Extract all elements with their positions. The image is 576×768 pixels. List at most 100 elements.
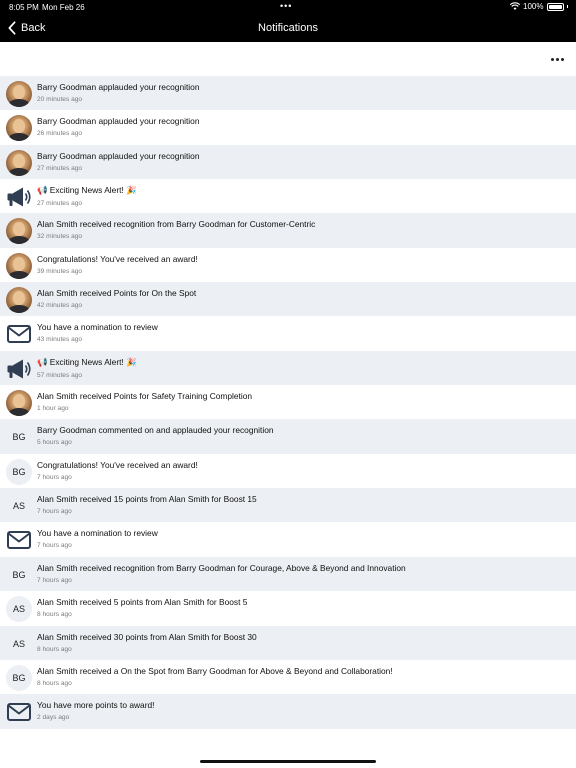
notification-title: Alan Smith received 15 points from Alan … (37, 494, 257, 505)
notification-time: 27 minutes ago (37, 200, 83, 208)
notification-row[interactable]: AS Alan Smith received 5 points from Alan… (0, 591, 576, 626)
avatar (6, 252, 32, 279)
notification-row[interactable]: 📢 Exciting News Alert! 🎉 27 minutes ago (0, 179, 576, 214)
avatar (6, 699, 32, 725)
avatar (6, 321, 32, 347)
avatar (6, 115, 32, 142)
notification-content: 📢 Exciting News Alert! 🎉 57 minutes ago (37, 357, 137, 379)
avatar-initials: BG (6, 664, 32, 691)
notification-content: Barry Goodman applauded your recognition… (37, 116, 199, 137)
notification-content: You have a nomination to review 43 minute… (37, 322, 158, 343)
notification-list: Barry Goodman applauded your recognition… (0, 76, 576, 729)
notification-row[interactable]: Alan Smith received Points for On the Sp… (0, 282, 576, 317)
avatar (6, 149, 32, 176)
notification-title: Barry Goodman applauded your recognition (37, 150, 200, 161)
avatar-initials: BG (12, 569, 26, 580)
avatar: AS (6, 493, 32, 519)
notification-content: 📢 Exciting News Alert! 🎉 27 minutes ago (37, 185, 137, 207)
notification-title: Congratulations! You've received an awar… (37, 253, 198, 264)
multitasking-dots-icon[interactable]: ••• (280, 1, 292, 11)
avatar: BG (6, 664, 32, 691)
notification-content: Alan Smith received 15 points from Alan … (37, 494, 257, 515)
notification-time: 5 hours ago (37, 439, 72, 447)
notification-content: Alan Smith received 5 points from Alan S… (37, 597, 247, 618)
avatar: BG (6, 562, 32, 588)
battery-percent: 100% (523, 2, 544, 11)
avatar-initials: BG (6, 458, 32, 485)
wifi-icon (510, 2, 521, 10)
envelope-icon (7, 325, 31, 344)
notification-content: Alan Smith received recognition from Bar… (37, 563, 406, 584)
notification-time: 57 minutes ago (37, 371, 83, 379)
avatar-initials: AS (12, 638, 25, 649)
notification-time: 7 hours ago (37, 473, 72, 481)
battery-icon (546, 2, 564, 11)
notification-title: Alan Smith received 30 points from Alan … (37, 631, 257, 642)
avatar-initials: AS (12, 501, 25, 512)
megaphone-icon (7, 359, 31, 379)
notification-content: Barry Goodman commented on and applauded… (37, 425, 274, 446)
avatar (6, 287, 32, 314)
notification-content: Congratulations! You've received an awar… (37, 460, 198, 481)
megaphone-icon (7, 187, 31, 207)
notification-time: 8 hours ago (37, 645, 72, 653)
notification-row[interactable]: BG Barry Goodman commented on and applaud… (0, 419, 576, 454)
home-indicator[interactable] (200, 760, 376, 763)
notification-content: Alan Smith received Points for Safety Tr… (37, 391, 252, 412)
notification-content: You have a nomination to review 7 hours a… (37, 528, 158, 549)
notification-row[interactable]: Congratulations! You've received an awar… (0, 247, 576, 283)
ellipsis-icon (550, 57, 554, 61)
notification-row[interactable]: AS Alan Smith received 30 points from Ala… (0, 625, 576, 660)
notification-time: 7 hours ago (37, 542, 72, 550)
notification-time: 39 minutes ago (37, 267, 83, 275)
status-right: 100% (510, 2, 568, 11)
notification-row[interactable]: Barry Goodman applauded your recognition… (0, 76, 576, 111)
notification-title: 📢 Exciting News Alert! 🎉 (37, 356, 137, 367)
avatar (6, 184, 32, 210)
notification-title: Barry Goodman applauded your recognition (37, 82, 200, 92)
notification-time: 8 hours ago (37, 611, 72, 619)
notification-row[interactable]: BG Congratulations! You've received an aw… (0, 453, 576, 489)
notification-time: 7 hours ago (37, 576, 72, 584)
notification-time: 20 minutes ago (37, 96, 83, 103)
notification-row[interactable]: You have a nomination to review 7 hours a… (0, 522, 576, 557)
avatar-photo (6, 287, 32, 314)
notification-row[interactable]: Barry Goodman applauded your recognition… (0, 144, 576, 180)
notification-row[interactable]: Alan Smith received recognition from Bar… (0, 213, 576, 248)
avatar-photo (6, 218, 32, 245)
notification-row[interactable]: AS Alan Smith received 15 points from Ala… (0, 488, 576, 523)
notification-content: Alan Smith received a On the Spot from B… (37, 666, 393, 687)
status-date: Mon Feb 26 (42, 3, 85, 12)
notification-title: Alan Smith received recognition from Bar… (37, 219, 316, 230)
status-time: 8:05 PM (9, 3, 39, 12)
avatar-photo (6, 149, 32, 176)
notification-row[interactable]: You have a nomination to review 43 minute… (0, 316, 576, 351)
notification-row[interactable]: Alan Smith received Points for Safety Tr… (0, 385, 576, 420)
notification-time: 8 hours ago (37, 679, 72, 687)
notification-time: 43 minutes ago (37, 336, 83, 344)
notification-title: Barry Goodman applauded your recognition (37, 116, 200, 127)
avatar (6, 527, 32, 553)
notification-time: 1 hour ago (37, 405, 69, 413)
navigation-bar: Back Notifications (0, 14, 576, 42)
notification-content: Alan Smith received 30 points from Alan … (37, 632, 257, 653)
notification-time: 32 minutes ago (37, 233, 83, 241)
notification-row[interactable]: BG Alan Smith received a On the Spot from… (0, 659, 576, 695)
avatar: AS (6, 596, 32, 623)
avatar-photo (6, 81, 32, 107)
notification-title: You have more points to award! (37, 700, 155, 711)
notification-title: Alan Smith received 5 points from Alan S… (37, 597, 248, 608)
more-options-button[interactable] (548, 52, 566, 66)
notification-row[interactable]: You have more points to award! 2 days ago (0, 694, 576, 729)
avatar-photo (6, 115, 32, 142)
notification-row[interactable]: Barry Goodman applauded your recognition… (0, 110, 576, 145)
notification-content: Barry Goodman applauded your recognition… (37, 82, 199, 103)
notification-row[interactable]: BG Alan Smith received recognition from B… (0, 556, 576, 592)
list-toolbar (0, 42, 576, 76)
notification-title: Alan Smith received Points for Safety Tr… (37, 391, 253, 402)
notification-title: Alan Smith received recognition from Bar… (37, 562, 406, 573)
status-bar: 8:05 PM Mon Feb 26 ••• 100% (0, 0, 576, 14)
notification-content: Alan Smith received recognition from Bar… (37, 219, 315, 240)
notification-row[interactable]: 📢 Exciting News Alert! 🎉 57 minutes ago (0, 350, 576, 386)
notification-title: You have a nomination to review (37, 322, 158, 333)
